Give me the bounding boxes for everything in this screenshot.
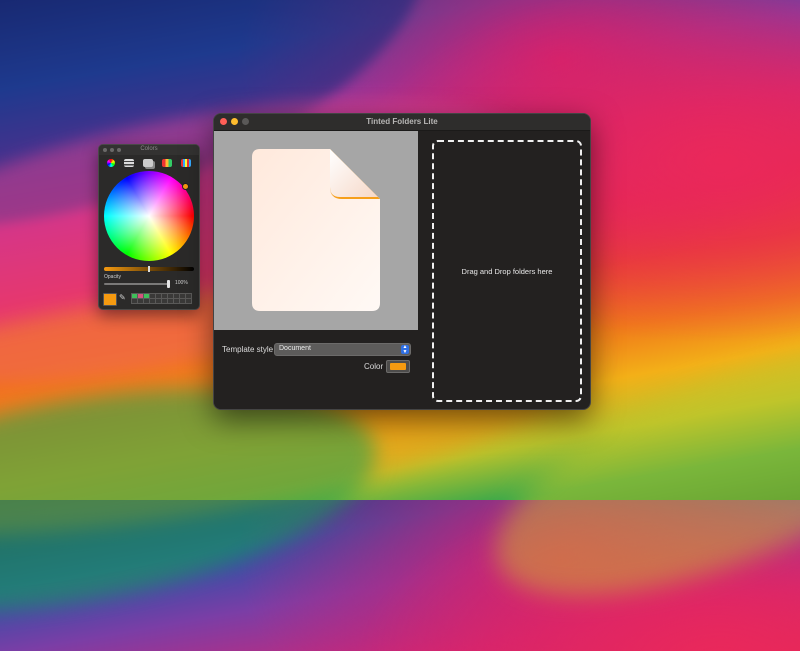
- pencils-icon[interactable]: [180, 159, 191, 167]
- color-palettes-icon[interactable]: [142, 159, 153, 167]
- opacity-value[interactable]: 100%: [175, 280, 188, 286]
- color-well-swatch: [390, 363, 406, 370]
- color-mode-toolbar: [99, 155, 199, 171]
- swatch-grid: [131, 293, 195, 304]
- image-palettes-icon[interactable]: [161, 159, 172, 167]
- window-title: Tinted Folders Lite: [366, 117, 438, 126]
- color-label: Color: [364, 362, 384, 371]
- color-well[interactable]: [386, 360, 410, 373]
- folder-preview: [214, 131, 418, 330]
- template-style-label: Template style: [222, 345, 274, 354]
- opacity-slider[interactable]: [104, 280, 170, 288]
- color-wheel[interactable]: [104, 171, 194, 261]
- folder-drop-zone[interactable]: Drag and Drop folders here: [432, 140, 582, 402]
- window-titlebar[interactable]: Tinted Folders Lite: [214, 114, 590, 131]
- opacity-label: Opacity: [104, 274, 121, 280]
- color-swatch[interactable]: [185, 298, 192, 304]
- brightness-slider-knob[interactable]: [148, 266, 150, 272]
- color-wheel-icon[interactable]: [107, 159, 116, 167]
- template-style-select[interactable]: Document ▲ ▼: [274, 343, 411, 356]
- tinted-folders-window: Tinted Folders Lite Template style Docum…: [213, 113, 591, 410]
- colors-panel-footer: ✎: [103, 291, 195, 306]
- colors-panel-titlebar[interactable]: Colors: [99, 145, 199, 155]
- options-panel: Template style Document ▲ ▼ Color: [214, 330, 420, 409]
- opacity-slider-knob[interactable]: [167, 280, 170, 288]
- chevron-up-down-icon: ▲ ▼: [401, 344, 409, 355]
- drop-zone-text: Drag and Drop folders here: [461, 267, 553, 276]
- template-style-value: Document: [279, 345, 311, 352]
- colors-panel-title: Colors: [140, 146, 158, 152]
- color-sliders-icon[interactable]: [124, 159, 135, 167]
- brightness-slider[interactable]: [104, 266, 194, 272]
- eyedropper-icon[interactable]: ✎: [119, 294, 126, 302]
- colors-panel: Colors Opacity 100% ✎: [98, 144, 200, 310]
- document-icon: [252, 149, 380, 311]
- current-color-swatch[interactable]: [103, 293, 117, 306]
- color-wheel-cursor[interactable]: [182, 183, 189, 190]
